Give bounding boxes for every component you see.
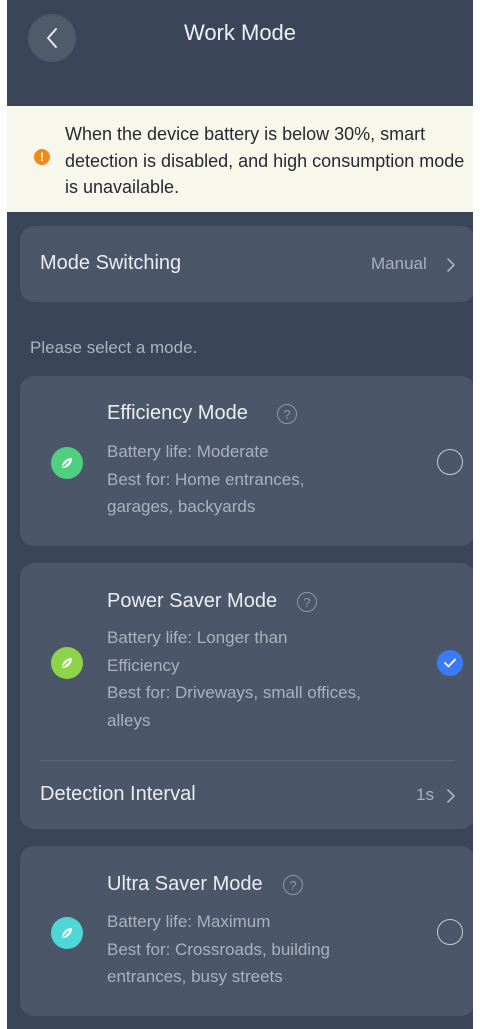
battery-warning-text: When the device battery is below 30%, sm… — [65, 124, 465, 197]
efficiency-mode-radio[interactable] — [437, 449, 463, 475]
battery-life-text: Battery life: Longer than Efficiency — [107, 628, 288, 675]
header: Work Mode — [7, 0, 473, 106]
leaf-icon — [51, 447, 83, 479]
exclamation-icon: ! — [34, 149, 50, 165]
help-icon[interactable]: ? — [297, 592, 317, 612]
power-saver-mode-card[interactable]: Power Saver Mode ? Battery life: Longer … — [20, 563, 473, 829]
work-mode-screen: Work Mode ! When the device battery is b… — [7, 0, 473, 1029]
ultra-saver-mode-card[interactable]: Ultra Saver Mode ? Battery life: Maximum… — [20, 846, 473, 1016]
best-for-text: Best for: Crossroads, building entrances… — [107, 939, 330, 987]
chevron-right-icon — [447, 258, 455, 272]
mode-switching-row[interactable]: Mode Switching Manual — [20, 226, 473, 302]
best-for-text: Best for: Home entrances, garages, backy… — [107, 469, 305, 517]
battery-life-text: Battery life: Maximum — [107, 912, 271, 931]
power-saver-mode-title: Power Saver Mode — [107, 590, 278, 612]
ultra-saver-mode-radio[interactable] — [437, 919, 463, 945]
mode-switching-value: Manual — [371, 254, 427, 273]
best-for-text: Best for: Driveways, small offices, alle… — [107, 683, 361, 730]
detection-interval-row[interactable]: Detection Interval 1s — [20, 761, 473, 829]
select-mode-hint: Please select a mode. — [30, 338, 198, 357]
detection-interval-label: Detection Interval — [40, 783, 196, 805]
ultra-saver-mode-title: Ultra Saver Mode — [107, 873, 263, 895]
chevron-right-icon — [447, 789, 455, 803]
power-saver-mode-radio[interactable] — [437, 650, 463, 676]
leaf-icon — [51, 917, 83, 949]
efficiency-mode-description: Battery life: Moderate Best for: Home en… — [107, 438, 407, 521]
help-icon[interactable]: ? — [283, 875, 303, 895]
detection-interval-value: 1s — [416, 785, 434, 804]
leaf-icon — [51, 647, 83, 679]
efficiency-mode-card[interactable]: Efficiency Mode ? Battery life: Moderate… — [20, 376, 473, 546]
power-saver-mode-description: Battery life: Longer than Efficiency Bes… — [107, 624, 407, 734]
mode-switching-label: Mode Switching — [40, 252, 182, 274]
battery-life-text: Battery life: Moderate — [107, 442, 269, 461]
checkmark-icon — [444, 658, 456, 668]
page-title: Work Mode — [183, 20, 297, 45]
help-icon[interactable]: ? — [277, 404, 297, 424]
efficiency-mode-title: Efficiency Mode — [107, 402, 248, 424]
ultra-saver-mode-description: Battery life: Maximum Best for: Crossroa… — [107, 908, 407, 991]
